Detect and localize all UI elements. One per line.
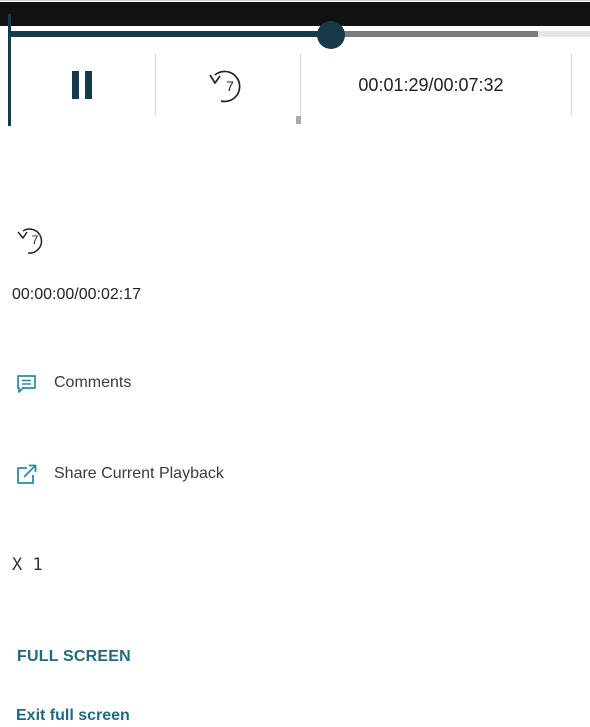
progress-bar[interactable] [8,31,590,37]
progress-scrubber-handle[interactable] [317,21,345,49]
top-divider [0,0,590,1]
time-display: 00:01:29/00:07:32 [358,74,504,95]
share-icon [14,462,40,486]
rewind-button[interactable]: 7 [201,62,251,108]
control-divider [300,54,301,116]
progress-played [8,31,331,37]
svg-text:7: 7 [226,78,234,94]
exit-full-screen-button[interactable]: Exit full screen [16,707,130,725]
controls-row: 7 00:01:29/00:07:32 [11,54,590,116]
pause-icon [72,71,79,99]
comments-label: Comments [54,374,132,391]
video-player-page: 7 00:01:29/00:07:32 7 00:00:00/00:02:17 … [0,0,590,727]
share-playback-button[interactable]: Share Current Playback [14,462,224,486]
playback-speed-button[interactable]: X 1 [12,555,43,575]
rewind-7-icon: 7 [209,70,241,103]
time-display-secondary: 00:00:00/00:02:17 [12,286,142,303]
resize-grip[interactable] [296,116,301,124]
comment-icon [14,371,40,395]
full-screen-button[interactable]: FULL SCREEN [17,648,131,666]
pause-icon [85,71,92,99]
video-player-controls: 7 00:01:29/00:07:32 [0,0,590,126]
svg-text:7: 7 [32,233,39,247]
control-divider [155,54,156,116]
rewind-button-secondary[interactable]: 7 [13,222,53,258]
control-divider [571,54,572,116]
rewind-7-icon: 7 [17,228,43,254]
video-area[interactable] [0,2,590,26]
share-playback-label: Share Current Playback [54,465,224,482]
comments-button[interactable]: Comments [14,371,131,395]
pause-button[interactable] [59,68,105,102]
